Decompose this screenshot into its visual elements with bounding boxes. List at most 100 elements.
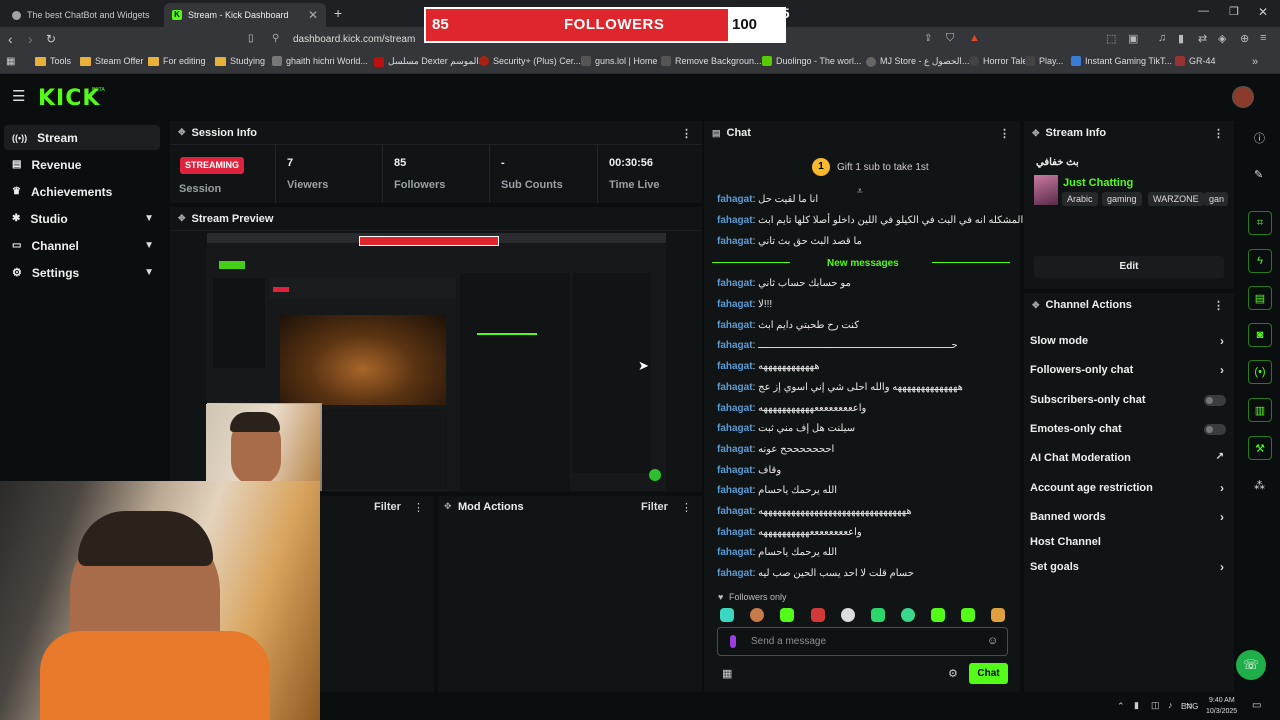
new-tab-button[interactable]: +: [334, 5, 342, 21]
chat-username[interactable]: fahagat: [717, 236, 753, 247]
chat-message[interactable]: fahagat: واعععععععععهههههههههههه: [717, 403, 866, 414]
more-options-icon[interactable]: ⋮: [1213, 299, 1224, 312]
tray-chevron-icon[interactable]: ⌃: [1117, 701, 1125, 712]
chat-message[interactable]: fahagat: سيلنت هل إف مني ثبت: [717, 423, 855, 434]
chat-settings-icon[interactable]: ⚙: [948, 667, 958, 680]
tag-chip[interactable]: gan: [1204, 192, 1228, 206]
bookmark-item[interactable]: For editing: [148, 56, 206, 66]
hamburger-menu-icon[interactable]: ☰: [12, 87, 25, 105]
emotes-only-action[interactable]: Emotes-only chat: [1030, 423, 1226, 435]
bookmark-item[interactable]: GR-44: [1175, 56, 1216, 66]
more-options-icon[interactable]: ⋮: [681, 501, 692, 514]
chat-username[interactable]: fahagat: [717, 215, 753, 226]
window-close-icon[interactable]: ✕: [1258, 5, 1268, 19]
chat-message[interactable]: fahagat: حــــــــــــــــــــــــــــــ…: [717, 340, 958, 351]
chat-username[interactable]: fahagat: [717, 361, 753, 372]
chat-message[interactable]: fahagat: الله يرحمك ياحسام: [717, 485, 837, 496]
translate-icon[interactable]: ⇄: [1198, 32, 1207, 45]
sidebar-item-studio[interactable]: ✱ Studio ▼: [4, 206, 160, 231]
drag-handle-icon[interactable]: ✥: [178, 213, 186, 224]
bookmark-icon[interactable]: ▯: [248, 33, 254, 44]
browser-tab-chatbot[interactable]: The best ChatBot and Widgets for Ki: [4, 3, 160, 27]
bookmark-item[interactable]: guns.lol | Home: [581, 56, 657, 66]
chat-username[interactable]: fahagat: [717, 382, 753, 393]
drag-handle-icon[interactable]: ✥: [1032, 128, 1040, 139]
chat-username[interactable]: fahagat: [717, 485, 753, 496]
support-chat-icon[interactable]: ☏: [1236, 650, 1266, 680]
account-age-action[interactable]: Account age restriction ›: [1030, 481, 1226, 495]
drag-handle-icon[interactable]: ✥: [178, 127, 186, 138]
bookmark-item[interactable]: Duolingo - The worl...: [762, 56, 861, 66]
chat-message[interactable]: fahagat: كنت رح طحبتي دايم ابث: [717, 320, 859, 331]
emote-icon[interactable]: [901, 608, 915, 622]
bookmark-item[interactable]: Remove Backgroun...: [661, 56, 762, 66]
apps-icon[interactable]: ⁂: [1254, 479, 1265, 492]
bookmark-item[interactable]: MJ Store - الحصول ع...: [866, 56, 969, 67]
emote-icon[interactable]: [961, 608, 975, 622]
emote-icon[interactable]: [871, 608, 885, 622]
send-chat-button[interactable]: Chat: [969, 663, 1008, 684]
banned-words-action[interactable]: Banned words ›: [1030, 510, 1226, 524]
sidebar-item-stream[interactable]: ((•)) Stream: [4, 125, 160, 150]
chat-message[interactable]: fahagat: واعععععععععههههههههههه: [717, 527, 862, 538]
host-channel-action[interactable]: Host Channel: [1030, 536, 1226, 548]
emote-icon[interactable]: [750, 608, 764, 622]
bookmark-item[interactable]: مسلسل Dexter الموسم...: [374, 56, 486, 67]
emote-icon[interactable]: [841, 608, 855, 622]
clock-date[interactable]: 10/3/2025: [1206, 708, 1237, 715]
rail-button-crop[interactable]: ⌗: [1248, 211, 1272, 235]
chat-message[interactable]: fahagat: حسام قلت لا احد يسب الحين صب لي…: [717, 568, 914, 579]
pinned-expand-icon[interactable]: ⩡: [857, 186, 863, 197]
media-icon[interactable]: ♫: [1158, 32, 1166, 44]
chat-message[interactable]: fahagat: ههههههههههههه: [717, 361, 819, 372]
slow-mode-action[interactable]: Slow mode ›: [1030, 334, 1226, 348]
rail-button-broadcast[interactable]: (•): [1248, 360, 1272, 384]
rewards-icon[interactable]: ▲: [969, 32, 980, 44]
chat-message[interactable]: fahagat: ههههههههههههههه والله احلى شي إ…: [717, 382, 963, 393]
emote-icon[interactable]: [780, 608, 794, 622]
sidebar-icon[interactable]: ▮: [1178, 32, 1184, 45]
chat-message[interactable]: fahagat: ههههههههههههههههههههههههههههههه…: [717, 506, 912, 517]
category-link[interactable]: Just Chatting: [1063, 177, 1133, 189]
more-options-icon[interactable]: ⋮: [1213, 127, 1224, 140]
chat-message[interactable]: fahagat: انا ما لقيت حل: [717, 194, 818, 205]
filter-button[interactable]: Filter: [374, 501, 401, 513]
drag-handle-icon[interactable]: ✥: [444, 501, 452, 512]
bookmark-item[interactable]: Studying: [215, 56, 265, 66]
chat-username[interactable]: fahagat: [717, 423, 753, 434]
bookmark-item[interactable]: Steam Offer: [80, 56, 143, 66]
ai-moderation-action[interactable]: AI Chat Moderation ↗: [1030, 451, 1226, 464]
forward-icon[interactable]: ›: [28, 31, 33, 47]
more-bookmarks-icon[interactable]: »: [1252, 56, 1258, 68]
bookmark-item[interactable]: Security+ (Plus) Cer...: [479, 56, 581, 66]
set-goals-action[interactable]: Set goals ›: [1030, 560, 1226, 574]
chat-input[interactable]: Send a message: [751, 636, 826, 647]
chat-message[interactable]: fahagat: احححححححح عونه: [717, 444, 834, 455]
site-info-icon[interactable]: ⚲: [272, 33, 279, 44]
close-tab-icon[interactable]: ✕: [308, 8, 318, 22]
reload-icon[interactable]: ↻: [46, 32, 56, 46]
mic-tray-icon[interactable]: ▮: [1134, 700, 1139, 711]
chat-username[interactable]: fahagat: [717, 568, 753, 579]
sidebar-item-channel[interactable]: ▭ Channel ▼: [4, 233, 160, 258]
rail-button-lightning[interactable]: ϟ: [1248, 249, 1272, 273]
extensions-icon[interactable]: ⬚: [1106, 32, 1116, 45]
chat-message[interactable]: fahagat: ما قصد البث حق بث تاني: [717, 236, 862, 247]
emoji-picker-icon[interactable]: ☺: [987, 635, 998, 647]
chat-username[interactable]: fahagat: [717, 278, 753, 289]
share-icon[interactable]: ⇪: [924, 33, 932, 44]
tag-chip[interactable]: Arabic: [1062, 192, 1098, 206]
subscribers-only-action[interactable]: Subscribers-only chat: [1030, 394, 1226, 406]
bookmark-item[interactable]: Horror Tale: [969, 56, 1027, 66]
rail-button-tools[interactable]: ⚒: [1248, 436, 1272, 460]
apps-grid-icon[interactable]: ▦: [6, 56, 15, 67]
brave-shield-icon[interactable]: ⛉: [946, 32, 954, 45]
volume-icon[interactable]: ♪: [1168, 700, 1173, 710]
more-options-icon[interactable]: ⋮: [413, 501, 424, 514]
emote-icon[interactable]: [991, 608, 1005, 622]
browser-tab-kick-dashboard[interactable]: K Stream - Kick Dashboard ✕: [164, 3, 326, 27]
chat-message[interactable]: fahagat: الله يرحمك ياحسام: [717, 547, 837, 558]
more-options-icon[interactable]: ⋮: [999, 127, 1010, 140]
filter-button[interactable]: Filter: [641, 501, 668, 513]
back-icon[interactable]: ‹: [8, 31, 13, 47]
